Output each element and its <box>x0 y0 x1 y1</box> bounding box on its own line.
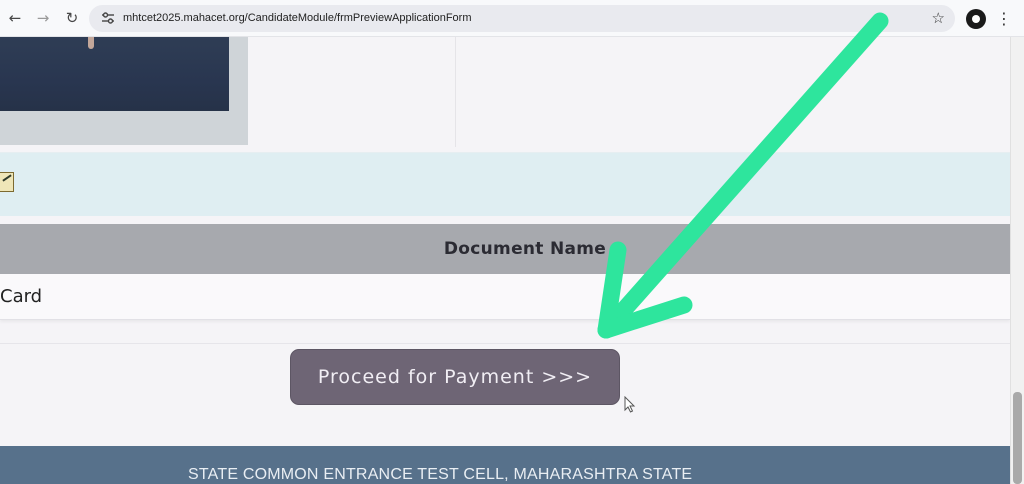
page-footer: STATE COMMON ENTRANCE TEST CELL, MAHARAS… <box>0 446 1010 484</box>
divider <box>0 343 1010 344</box>
column-divider <box>455 37 456 147</box>
star-icon[interactable]: ☆ <box>932 5 945 32</box>
signature-edit-icon[interactable] <box>0 172 14 192</box>
document-name-cell: Card <box>0 286 43 307</box>
document-name-heading: Document Name <box>443 239 607 259</box>
page-content: Document Name Card Proceed for Payment >… <box>0 37 1010 484</box>
mouse-cursor-icon <box>624 396 636 413</box>
forward-arrow-icon[interactable]: → <box>32 7 54 29</box>
back-arrow-icon[interactable]: ← <box>4 7 26 29</box>
scrollbar-thumb[interactable] <box>1013 392 1022 484</box>
url-text[interactable]: mhtcet2025.mahacet.org/CandidateModule/f… <box>123 5 472 32</box>
address-bar[interactable]: mhtcet2025.mahacet.org/CandidateModule/f… <box>89 5 955 32</box>
kebab-menu-icon[interactable]: ⋮ <box>996 8 1012 30</box>
signature-section <box>0 152 1010 216</box>
reload-icon[interactable]: ↻ <box>61 7 83 29</box>
footer-title: STATE COMMON ENTRANCE TEST CELL, MAHARAS… <box>188 466 693 483</box>
photo-image <box>0 37 229 111</box>
profile-avatar[interactable] <box>966 9 986 29</box>
document-table-header: Document Name <box>0 224 1010 274</box>
browser-toolbar: ← → ↻ mhtcet2025.mahacet.org/CandidateMo… <box>0 0 1024 37</box>
vertical-scrollbar[interactable] <box>1010 37 1024 484</box>
candidate-photo <box>0 37 248 145</box>
tune-icon[interactable] <box>101 11 115 25</box>
table-row: Card <box>0 274 1010 320</box>
proceed-for-payment-button[interactable]: Proceed for Payment >>> <box>290 349 620 405</box>
